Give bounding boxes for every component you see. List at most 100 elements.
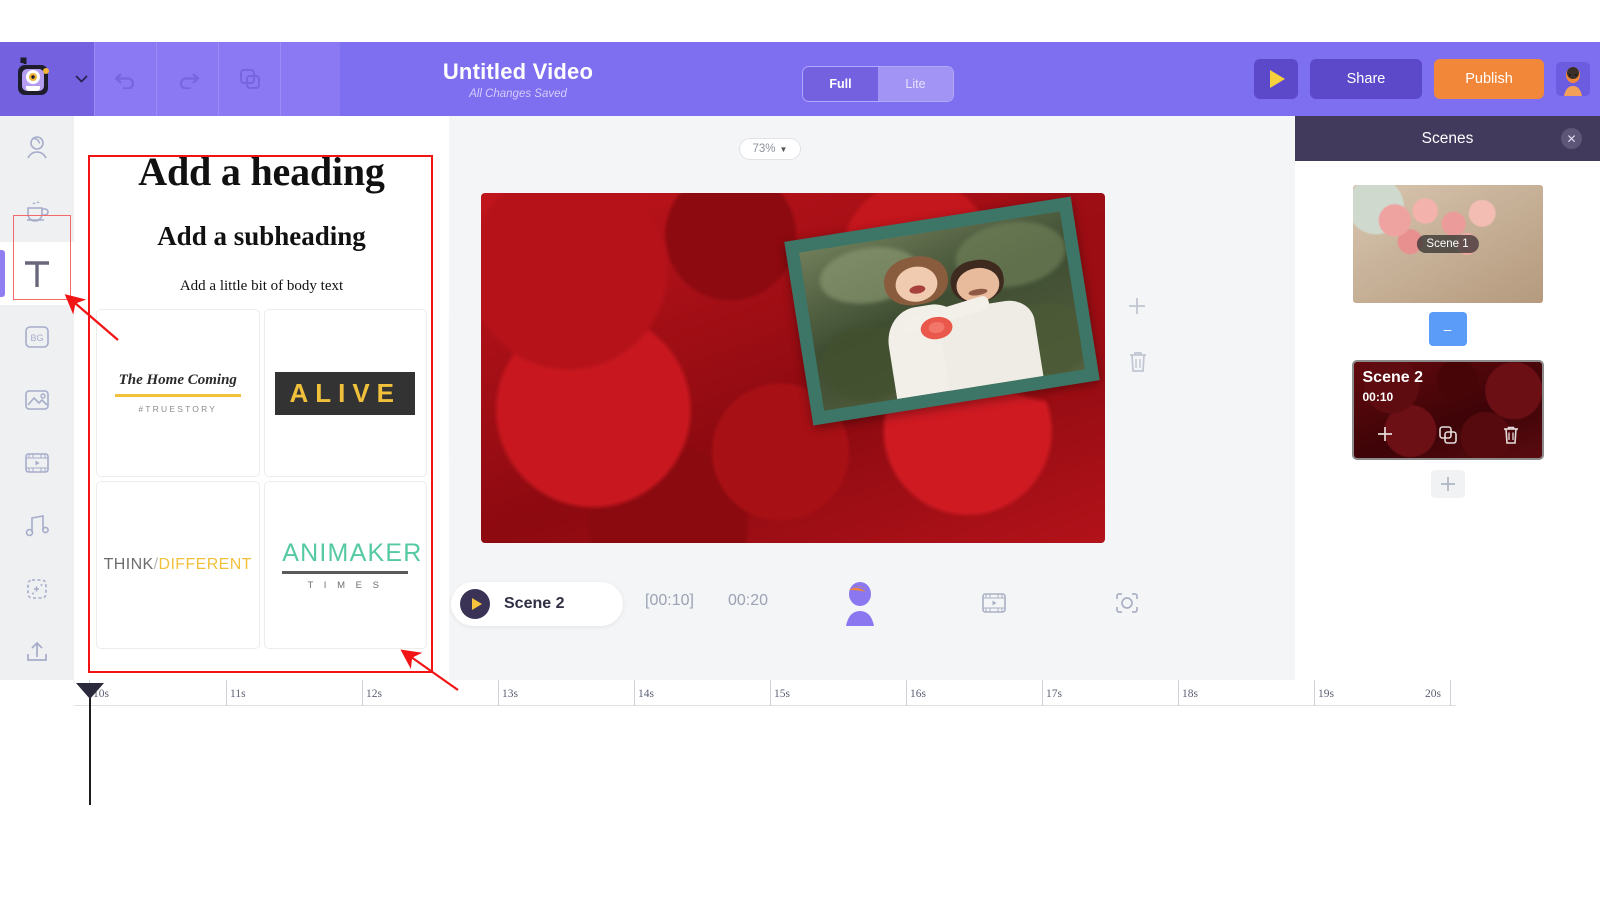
list-item[interactable]: ALIVE [263,309,427,477]
ruler-tick-label: 18s [1182,688,1198,700]
sidebar-item-image[interactable] [0,368,74,431]
add-scene-button[interactable] [1430,470,1465,498]
add-character-button[interactable] [840,580,880,626]
status-badge: Scene 1 [1416,235,1479,253]
animaker-mascot-logo [18,57,49,95]
header-actions: Share Publish [1254,42,1600,116]
bg-icon: BG [25,325,49,348]
scene-play-control[interactable]: Scene 2 [451,582,623,626]
chevron-down-icon [74,75,88,83]
add-body-text-preset[interactable]: Add a little bit of body text [96,278,427,295]
video-clip-icon [982,593,1006,613]
character-icon [846,582,874,626]
divider [282,571,409,574]
text-t-icon [25,260,49,287]
undo-button[interactable] [94,42,156,116]
image-icon [25,389,49,410]
top-white-strip [0,0,1600,42]
sidebar-item-music[interactable] [0,494,74,557]
scene-thumbnail-2[interactable]: Scene 2 00:10 [1351,360,1544,460]
zoom-level-selector[interactable]: 73% ▼ [739,138,801,160]
think-different-template: THINK/DIFFERENT [104,556,252,574]
caret-down-icon: ▼ [779,144,788,154]
list-item[interactable]: THINK/DIFFERENT [96,481,260,649]
props-coffee-icon [27,200,49,222]
plus-icon [1440,477,1455,491]
list-item[interactable]: ANIMAKER T I M E S [263,481,427,649]
divider [114,394,241,397]
project-title-block[interactable]: Untitled Video All Changes Saved [388,59,648,100]
delete-scene-icon[interactable] [1502,425,1520,450]
close-icon: ✕ [1566,131,1577,146]
zoom-level-value: 73% [752,143,776,155]
timeline-playhead[interactable] [76,683,104,805]
redo-icon [179,73,200,89]
scene-video-button[interactable] [980,590,1008,621]
video-icon [25,452,49,473]
animaker-editor: Untitled Video All Changes Saved Full Li… [0,0,1600,900]
ruler-tick-label: 17s [1046,688,1062,700]
sidebar-item-video[interactable] [0,431,74,494]
home-coming-tag: #TRUESTORY [138,404,218,414]
scene-label: Scene 2 [1362,369,1423,386]
add-heading-preset[interactable]: Add a heading [96,148,427,195]
duplicate-scene-icon[interactable] [1438,425,1458,450]
scene-start-time: [00:10] [645,592,694,609]
ruler-tick-label: 12s [366,688,382,700]
smiling-couple-photo [799,211,1085,411]
play-icon [471,598,482,610]
avatar[interactable] [1556,62,1590,96]
video-canvas[interactable] [481,193,1105,543]
scene-play-button[interactable] [460,589,490,619]
ruler-tick-label: 19s [1318,688,1334,700]
svg-text:BG: BG [30,333,43,343]
sidebar-item-props[interactable] [0,179,74,242]
tools-sidebar: BG [0,116,74,723]
logo-dropdown-caret[interactable] [68,42,94,116]
scene-time: 00:10 [1362,390,1394,404]
different-word: DIFFERENT [158,556,252,573]
add-element-button[interactable] [1127,295,1147,323]
list-item[interactable]: The Home Coming #TRUESTORY [96,309,260,477]
home-coming-title: The Home Coming [118,372,237,388]
scene-focus-button[interactable] [1113,590,1141,621]
share-button[interactable]: Share [1310,59,1422,99]
close-scenes-button[interactable]: ✕ [1561,128,1582,149]
delete-element-button[interactable] [1127,350,1149,379]
add-subheading-preset[interactable]: Add a subheading [96,221,427,252]
tab-full[interactable]: Full [803,67,878,101]
scenes-panel-header: Scenes ✕ [1295,116,1600,161]
sidebar-item-character[interactable] [0,116,74,179]
sidebar-item-text[interactable] [0,242,74,305]
animaker-word: ANIMAKER [282,539,423,567]
publish-button[interactable]: Publish [1434,59,1544,99]
duplicate-button[interactable] [218,42,280,116]
preview-button[interactable] [1254,59,1298,99]
ruler-tick-label: 11s [230,688,246,700]
duplicate-icon [239,69,260,89]
sidebar-item-background[interactable]: BG [0,305,74,368]
tab-lite[interactable]: Lite [878,67,953,101]
ruler-tick-label: 14s [638,688,654,700]
redo-button[interactable] [156,42,218,116]
add-scene-icon[interactable] [1376,425,1394,450]
scene-duration: 00:20 [728,592,769,609]
focus-frame-icon [1116,593,1138,613]
mode-toggle[interactable]: Full Lite [802,66,954,102]
plus-icon [1377,427,1392,441]
sidebar-item-effects[interactable] [0,557,74,620]
animaker-logo-button[interactable] [0,42,68,116]
alive-template: ALIVE [275,371,416,415]
minus-icon: – [1443,321,1452,337]
photo-frame-element[interactable] [784,196,1100,426]
sidebar-item-upload[interactable] [0,620,74,683]
play-icon [1270,70,1285,88]
scene-label: Scene 2 [504,595,565,612]
text-assets-panel: Add a heading Add a subheading Add a lit… [74,116,449,680]
scene-thumbnail-1[interactable]: Scene 1 [1352,185,1543,303]
character-icon [27,135,47,158]
scene-transition-button[interactable]: – [1428,312,1467,346]
timeline-ruler[interactable]: 10s 11s 12s 13s 14s 15s 16s 17s 18s 19s … [74,680,1456,706]
animaker-times-template: ANIMAKER T I M E S [282,539,423,591]
effects-icon [27,578,47,599]
